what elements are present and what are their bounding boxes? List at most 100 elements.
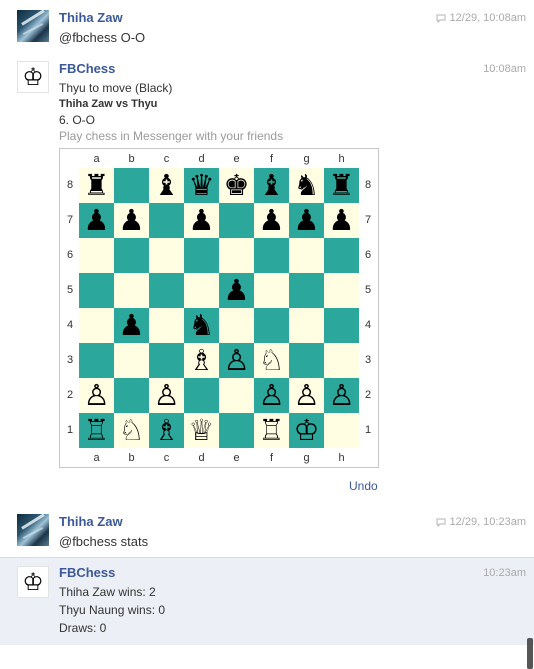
chess-piece[interactable]: ♞ — [189, 311, 215, 340]
chess-piece[interactable]: ♙ — [84, 381, 110, 410]
chess-piece[interactable]: ♟ — [189, 206, 215, 235]
square-e1[interactable] — [219, 413, 254, 448]
square-e2[interactable] — [219, 378, 254, 413]
chess-piece[interactable]: ♘ — [119, 416, 145, 445]
square-d7[interactable]: ♟ — [184, 203, 219, 238]
square-c3[interactable] — [149, 343, 184, 378]
square-c6[interactable] — [149, 238, 184, 273]
square-f1[interactable]: ♖ — [254, 413, 289, 448]
square-f4[interactable] — [254, 308, 289, 343]
square-f6[interactable] — [254, 238, 289, 273]
chess-piece[interactable]: ♝ — [154, 171, 180, 200]
square-h7[interactable]: ♟ — [324, 203, 359, 238]
square-b5[interactable] — [114, 273, 149, 308]
square-e6[interactable] — [219, 238, 254, 273]
chess-piece[interactable]: ♞ — [294, 171, 320, 200]
square-f5[interactable] — [254, 273, 289, 308]
square-b7[interactable]: ♟ — [114, 203, 149, 238]
chess-piece[interactable]: ♟ — [119, 311, 145, 340]
square-h6[interactable] — [324, 238, 359, 273]
square-g3[interactable] — [289, 343, 324, 378]
chess-piece[interactable]: ♖ — [84, 416, 110, 445]
undo-link[interactable]: Undo — [349, 479, 378, 493]
square-a5[interactable] — [79, 273, 114, 308]
square-h4[interactable] — [324, 308, 359, 343]
avatar[interactable] — [17, 514, 49, 546]
square-d8[interactable]: ♛ — [184, 168, 219, 203]
square-e4[interactable] — [219, 308, 254, 343]
square-d4[interactable]: ♞ — [184, 308, 219, 343]
chess-piece[interactable]: ♟ — [329, 206, 355, 235]
chess-piece[interactable]: ♟ — [84, 206, 110, 235]
chess-piece[interactable]: ♔ — [294, 416, 320, 445]
square-h3[interactable] — [324, 343, 359, 378]
square-b6[interactable] — [114, 238, 149, 273]
square-h8[interactable]: ♜ — [324, 168, 359, 203]
square-h5[interactable] — [324, 273, 359, 308]
square-d5[interactable] — [184, 273, 219, 308]
square-c4[interactable] — [149, 308, 184, 343]
square-f8[interactable]: ♝ — [254, 168, 289, 203]
square-b8[interactable] — [114, 168, 149, 203]
chess-piece[interactable]: ♚ — [224, 171, 250, 200]
square-a4[interactable] — [79, 308, 114, 343]
square-a7[interactable]: ♟ — [79, 203, 114, 238]
chess-piece[interactable]: ♜ — [84, 171, 110, 200]
chess-piece[interactable]: ♜ — [329, 171, 355, 200]
square-a8[interactable]: ♜ — [79, 168, 114, 203]
square-c1[interactable]: ♗ — [149, 413, 184, 448]
sender-name[interactable]: Thiha Zaw — [59, 10, 123, 25]
chess-king-icon[interactable]: ♔ — [17, 61, 49, 93]
square-b4[interactable]: ♟ — [114, 308, 149, 343]
square-g7[interactable]: ♟ — [289, 203, 324, 238]
square-b3[interactable] — [114, 343, 149, 378]
chess-piece[interactable]: ♘ — [259, 346, 285, 375]
square-f7[interactable]: ♟ — [254, 203, 289, 238]
chess-piece[interactable]: ♝ — [259, 171, 285, 200]
square-b1[interactable]: ♘ — [114, 413, 149, 448]
square-a2[interactable]: ♙ — [79, 378, 114, 413]
chess-piece[interactable]: ♙ — [224, 346, 250, 375]
avatar[interactable] — [17, 10, 49, 42]
sender-name[interactable]: FBChess — [59, 565, 115, 580]
square-c7[interactable] — [149, 203, 184, 238]
square-g8[interactable]: ♞ — [289, 168, 324, 203]
square-d1[interactable]: ♕ — [184, 413, 219, 448]
chess-piece[interactable]: ♕ — [189, 416, 215, 445]
chess-piece[interactable]: ♟ — [119, 206, 145, 235]
square-g2[interactable]: ♙ — [289, 378, 324, 413]
chess-piece[interactable]: ♙ — [329, 381, 355, 410]
chess-piece[interactable]: ♟ — [224, 276, 250, 305]
square-d2[interactable] — [184, 378, 219, 413]
square-f2[interactable]: ♙ — [254, 378, 289, 413]
chess-piece[interactable]: ♗ — [154, 416, 180, 445]
chess-piece[interactable]: ♙ — [154, 381, 180, 410]
square-a3[interactable] — [79, 343, 114, 378]
square-a6[interactable] — [79, 238, 114, 273]
square-g4[interactable] — [289, 308, 324, 343]
chess-king-icon[interactable]: ♔ — [17, 566, 49, 598]
square-c2[interactable]: ♙ — [149, 378, 184, 413]
square-a1[interactable]: ♖ — [79, 413, 114, 448]
square-g5[interactable] — [289, 273, 324, 308]
square-d6[interactable] — [184, 238, 219, 273]
square-b2[interactable] — [114, 378, 149, 413]
square-c5[interactable] — [149, 273, 184, 308]
chess-piece[interactable]: ♙ — [294, 381, 320, 410]
square-e7[interactable] — [219, 203, 254, 238]
square-h1[interactable] — [324, 413, 359, 448]
chess-piece[interactable]: ♟ — [259, 206, 285, 235]
chess-piece[interactable]: ♙ — [259, 381, 285, 410]
square-e5[interactable]: ♟ — [219, 273, 254, 308]
chess-piece[interactable]: ♗ — [189, 346, 215, 375]
sender-name[interactable]: FBChess — [59, 61, 115, 76]
chess-piece[interactable]: ♟ — [294, 206, 320, 235]
square-e3[interactable]: ♙ — [219, 343, 254, 378]
square-g6[interactable] — [289, 238, 324, 273]
chess-piece[interactable]: ♖ — [259, 416, 285, 445]
square-h2[interactable]: ♙ — [324, 378, 359, 413]
square-g1[interactable]: ♔ — [289, 413, 324, 448]
square-e8[interactable]: ♚ — [219, 168, 254, 203]
chess-piece[interactable]: ♛ — [189, 171, 215, 200]
square-c8[interactable]: ♝ — [149, 168, 184, 203]
